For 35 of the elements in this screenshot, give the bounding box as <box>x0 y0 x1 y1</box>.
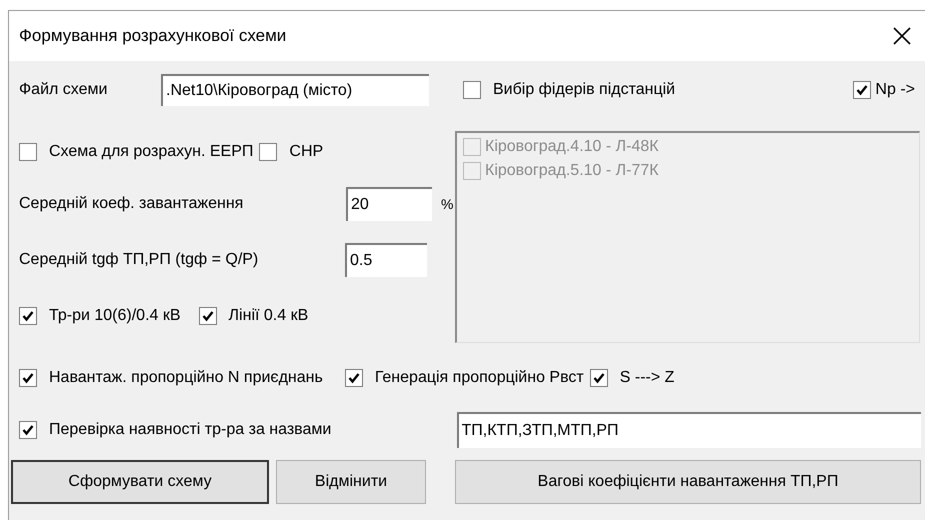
checkbox-label: Кіровоград.5.10 - Л-77К <box>485 161 659 181</box>
tg-field[interactable]: 0.5 <box>345 243 427 277</box>
close-icon <box>893 27 911 45</box>
checkbox-label: Лінії 0.4 кВ <box>228 306 308 326</box>
checkbox-label: Вибір фідерів підстанцій <box>493 80 676 100</box>
field-label: Файл схеми <box>19 80 108 100</box>
checkbox-label: S ---> Z <box>620 368 674 388</box>
dialog-button[interactable]: Вагові коефіцієнти навантаження ТП,РП <box>455 460 921 504</box>
checkbox-label: Навантаж. пропорційно N приєднань <box>49 368 323 388</box>
checkbox-label: Генерація пропорційно Рвст <box>374 368 584 388</box>
field-label: Середній коеф. завантаження <box>19 194 244 214</box>
dialog-button[interactable]: Відмінити <box>276 460 426 504</box>
checkbox-label: Кіровоград.4.10 - Л-48К <box>485 137 659 157</box>
checkbox[interactable] <box>19 421 37 439</box>
checkbox-label: Np -> <box>875 80 915 100</box>
window-title: Формування розрахункової схеми <box>19 25 286 48</box>
transformer-names-field[interactable]: ТП,КТП,ЗТП,МТП,РП <box>456 412 921 448</box>
checkbox[interactable] <box>853 81 872 99</box>
unit-label: % <box>441 194 454 214</box>
checkbox-label: СНР <box>289 142 324 162</box>
file-path-field[interactable]: .Net10\Кіровоград (місто) <box>161 74 429 106</box>
checkbox[interactable] <box>259 142 278 160</box>
checkbox[interactable] <box>590 369 608 387</box>
checkbox-label: Перевірка наявності тр-ра за назвами <box>49 420 332 440</box>
field-label: Середній tgф ТП,РП (tgф = Q/P) <box>19 250 260 270</box>
load-coefficient-field[interactable]: 20 <box>346 187 432 221</box>
checkbox[interactable] <box>198 307 217 325</box>
checkbox-label: Схема для розрахун. ЕЕРП <box>49 142 254 162</box>
dialog-button[interactable]: Сформувати схему <box>11 460 269 504</box>
checkbox[interactable] <box>19 142 37 160</box>
checkbox[interactable] <box>344 369 363 387</box>
checkbox-label: Тр-ри 10(6)/0.4 кВ <box>49 306 181 326</box>
checkbox[interactable] <box>463 81 481 99</box>
checkbox[interactable] <box>19 307 37 325</box>
checkbox[interactable] <box>19 369 37 387</box>
